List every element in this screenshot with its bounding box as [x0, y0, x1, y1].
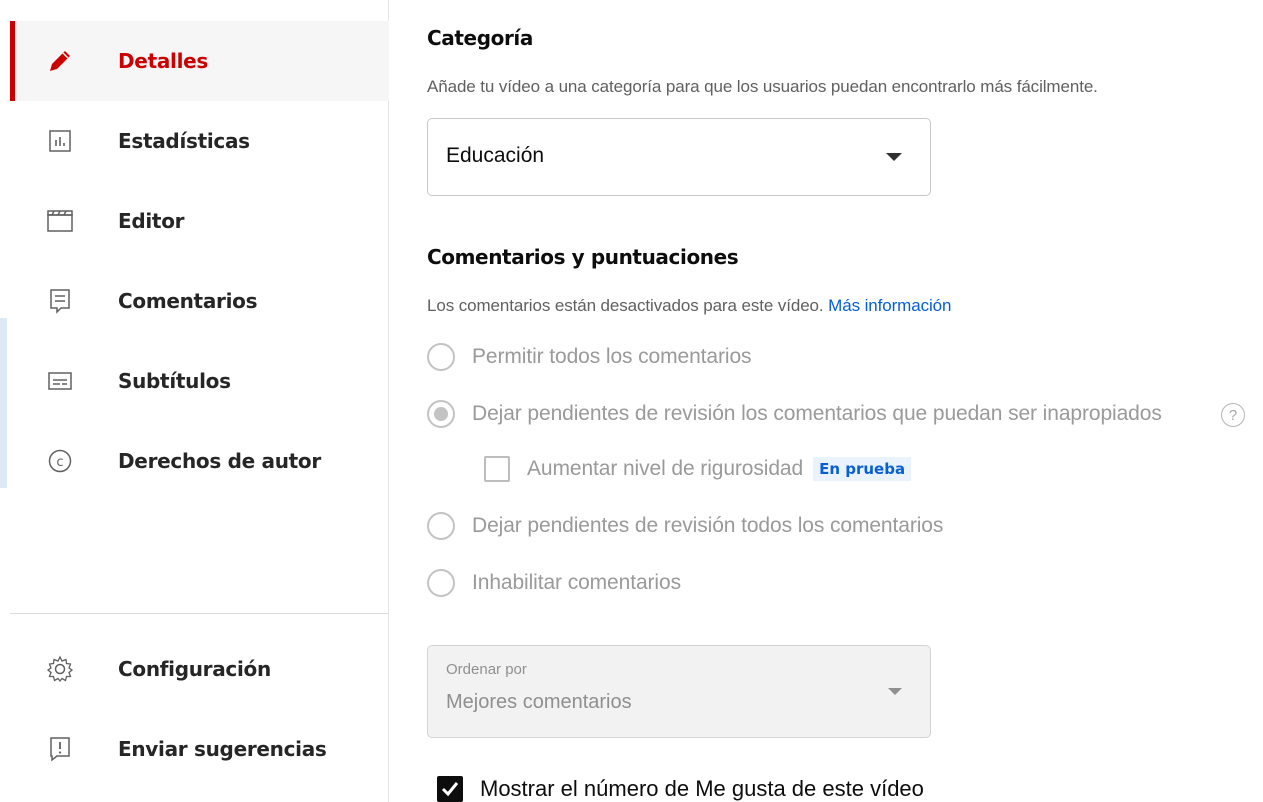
checkbox[interactable] — [437, 776, 463, 802]
radio-label: Permitir todos los comentarios — [472, 345, 752, 368]
pencil-icon — [46, 47, 74, 75]
sort-select-value: Mejores comentarios — [446, 691, 632, 713]
checkbox[interactable] — [484, 456, 510, 482]
category-select-value: Educación — [446, 144, 545, 167]
comments-description-text: Los comentarios están desactivados para … — [427, 296, 824, 315]
beta-badge: En prueba — [813, 457, 912, 481]
sort-select[interactable]: Ordenar por Mejores comentarios — [427, 645, 931, 738]
sidebar-item-editor[interactable]: Editor — [10, 181, 389, 261]
subtitles-icon — [46, 367, 74, 395]
chevron-down-icon — [888, 688, 902, 695]
chevron-down-icon — [886, 153, 902, 161]
svg-text:c: c — [56, 455, 63, 470]
sidebar-item-label: Subtítulos — [118, 369, 231, 393]
help-icon[interactable]: ? — [1221, 403, 1245, 427]
sidebar-item-estadisticas[interactable]: Estadísticas — [10, 101, 389, 181]
sidebar-item-enviar-sugerencias[interactable]: Enviar sugerencias — [10, 709, 389, 789]
checkbox-label: Mostrar el número de Me gusta de este ví… — [480, 776, 924, 801]
sidebar-item-label: Derechos de autor — [118, 449, 321, 473]
radio-button[interactable] — [427, 343, 455, 371]
checkbox-strict[interactable]: Aumentar nivel de rigurosidad En prueba — [484, 451, 912, 487]
sidebar-item-label: Enviar sugerencias — [118, 737, 327, 761]
radio-button[interactable] — [427, 512, 455, 540]
category-select[interactable]: Educación — [427, 118, 931, 196]
category-title: Categoría — [427, 26, 533, 50]
sort-select-label: Ordenar por — [446, 661, 527, 678]
radio-button[interactable] — [427, 400, 455, 428]
gear-icon — [46, 655, 74, 683]
radio-label: Inhabilitar comentarios — [472, 571, 681, 594]
checkbox-label: Aumentar nivel de rigurosidad — [527, 457, 804, 480]
copyright-icon: c — [46, 447, 74, 475]
sidebar-item-label: Editor — [118, 209, 185, 233]
radio-button[interactable] — [427, 569, 455, 597]
check-icon — [441, 782, 459, 797]
radio-disable-comments[interactable]: Inhabilitar comentarios — [427, 565, 681, 601]
analytics-icon — [46, 127, 74, 155]
radio-label: Dejar pendientes de revisión los comenta… — [472, 402, 1162, 425]
category-description: Añade tu vídeo a una categoría para que … — [427, 77, 1098, 96]
sidebar-item-label: Estadísticas — [118, 129, 250, 153]
comment-icon — [46, 287, 74, 315]
radio-hold-all[interactable]: Dejar pendientes de revisión todos los c… — [427, 508, 943, 544]
radio-hold-inappropriate[interactable]: Dejar pendientes de revisión los comenta… — [427, 396, 1162, 432]
checkbox-show-likes[interactable]: Mostrar el número de Me gusta de este ví… — [437, 771, 924, 802]
comments-description: Los comentarios están desactivados para … — [427, 296, 951, 316]
sidebar-item-derechos[interactable]: c Derechos de autor — [10, 421, 389, 501]
feedback-icon — [46, 735, 74, 763]
sidebar-item-subtitulos[interactable]: Subtítulos — [10, 341, 389, 421]
radio-allow-all[interactable]: Permitir todos los comentarios — [427, 339, 752, 375]
more-info-link[interactable]: Más información — [828, 296, 951, 315]
sidebar: Detalles Estadísticas Editor Comentarios… — [0, 0, 389, 802]
sidebar-item-configuracion[interactable]: Configuración — [10, 629, 389, 709]
comments-title: Comentarios y puntuaciones — [427, 245, 739, 269]
panel-edge — [0, 318, 7, 488]
main-content: Categoría Añade tu vídeo a una categoría… — [427, 0, 1263, 802]
clapper-icon — [46, 207, 74, 235]
sidebar-divider — [10, 613, 389, 614]
sidebar-item-label: Detalles — [118, 49, 209, 73]
sidebar-item-label: Configuración — [118, 657, 271, 681]
sidebar-item-detalles[interactable]: Detalles — [10, 21, 389, 101]
sidebar-item-comentarios[interactable]: Comentarios — [10, 261, 389, 341]
radio-label: Dejar pendientes de revisión todos los c… — [472, 514, 944, 537]
sidebar-item-label: Comentarios — [118, 289, 258, 313]
